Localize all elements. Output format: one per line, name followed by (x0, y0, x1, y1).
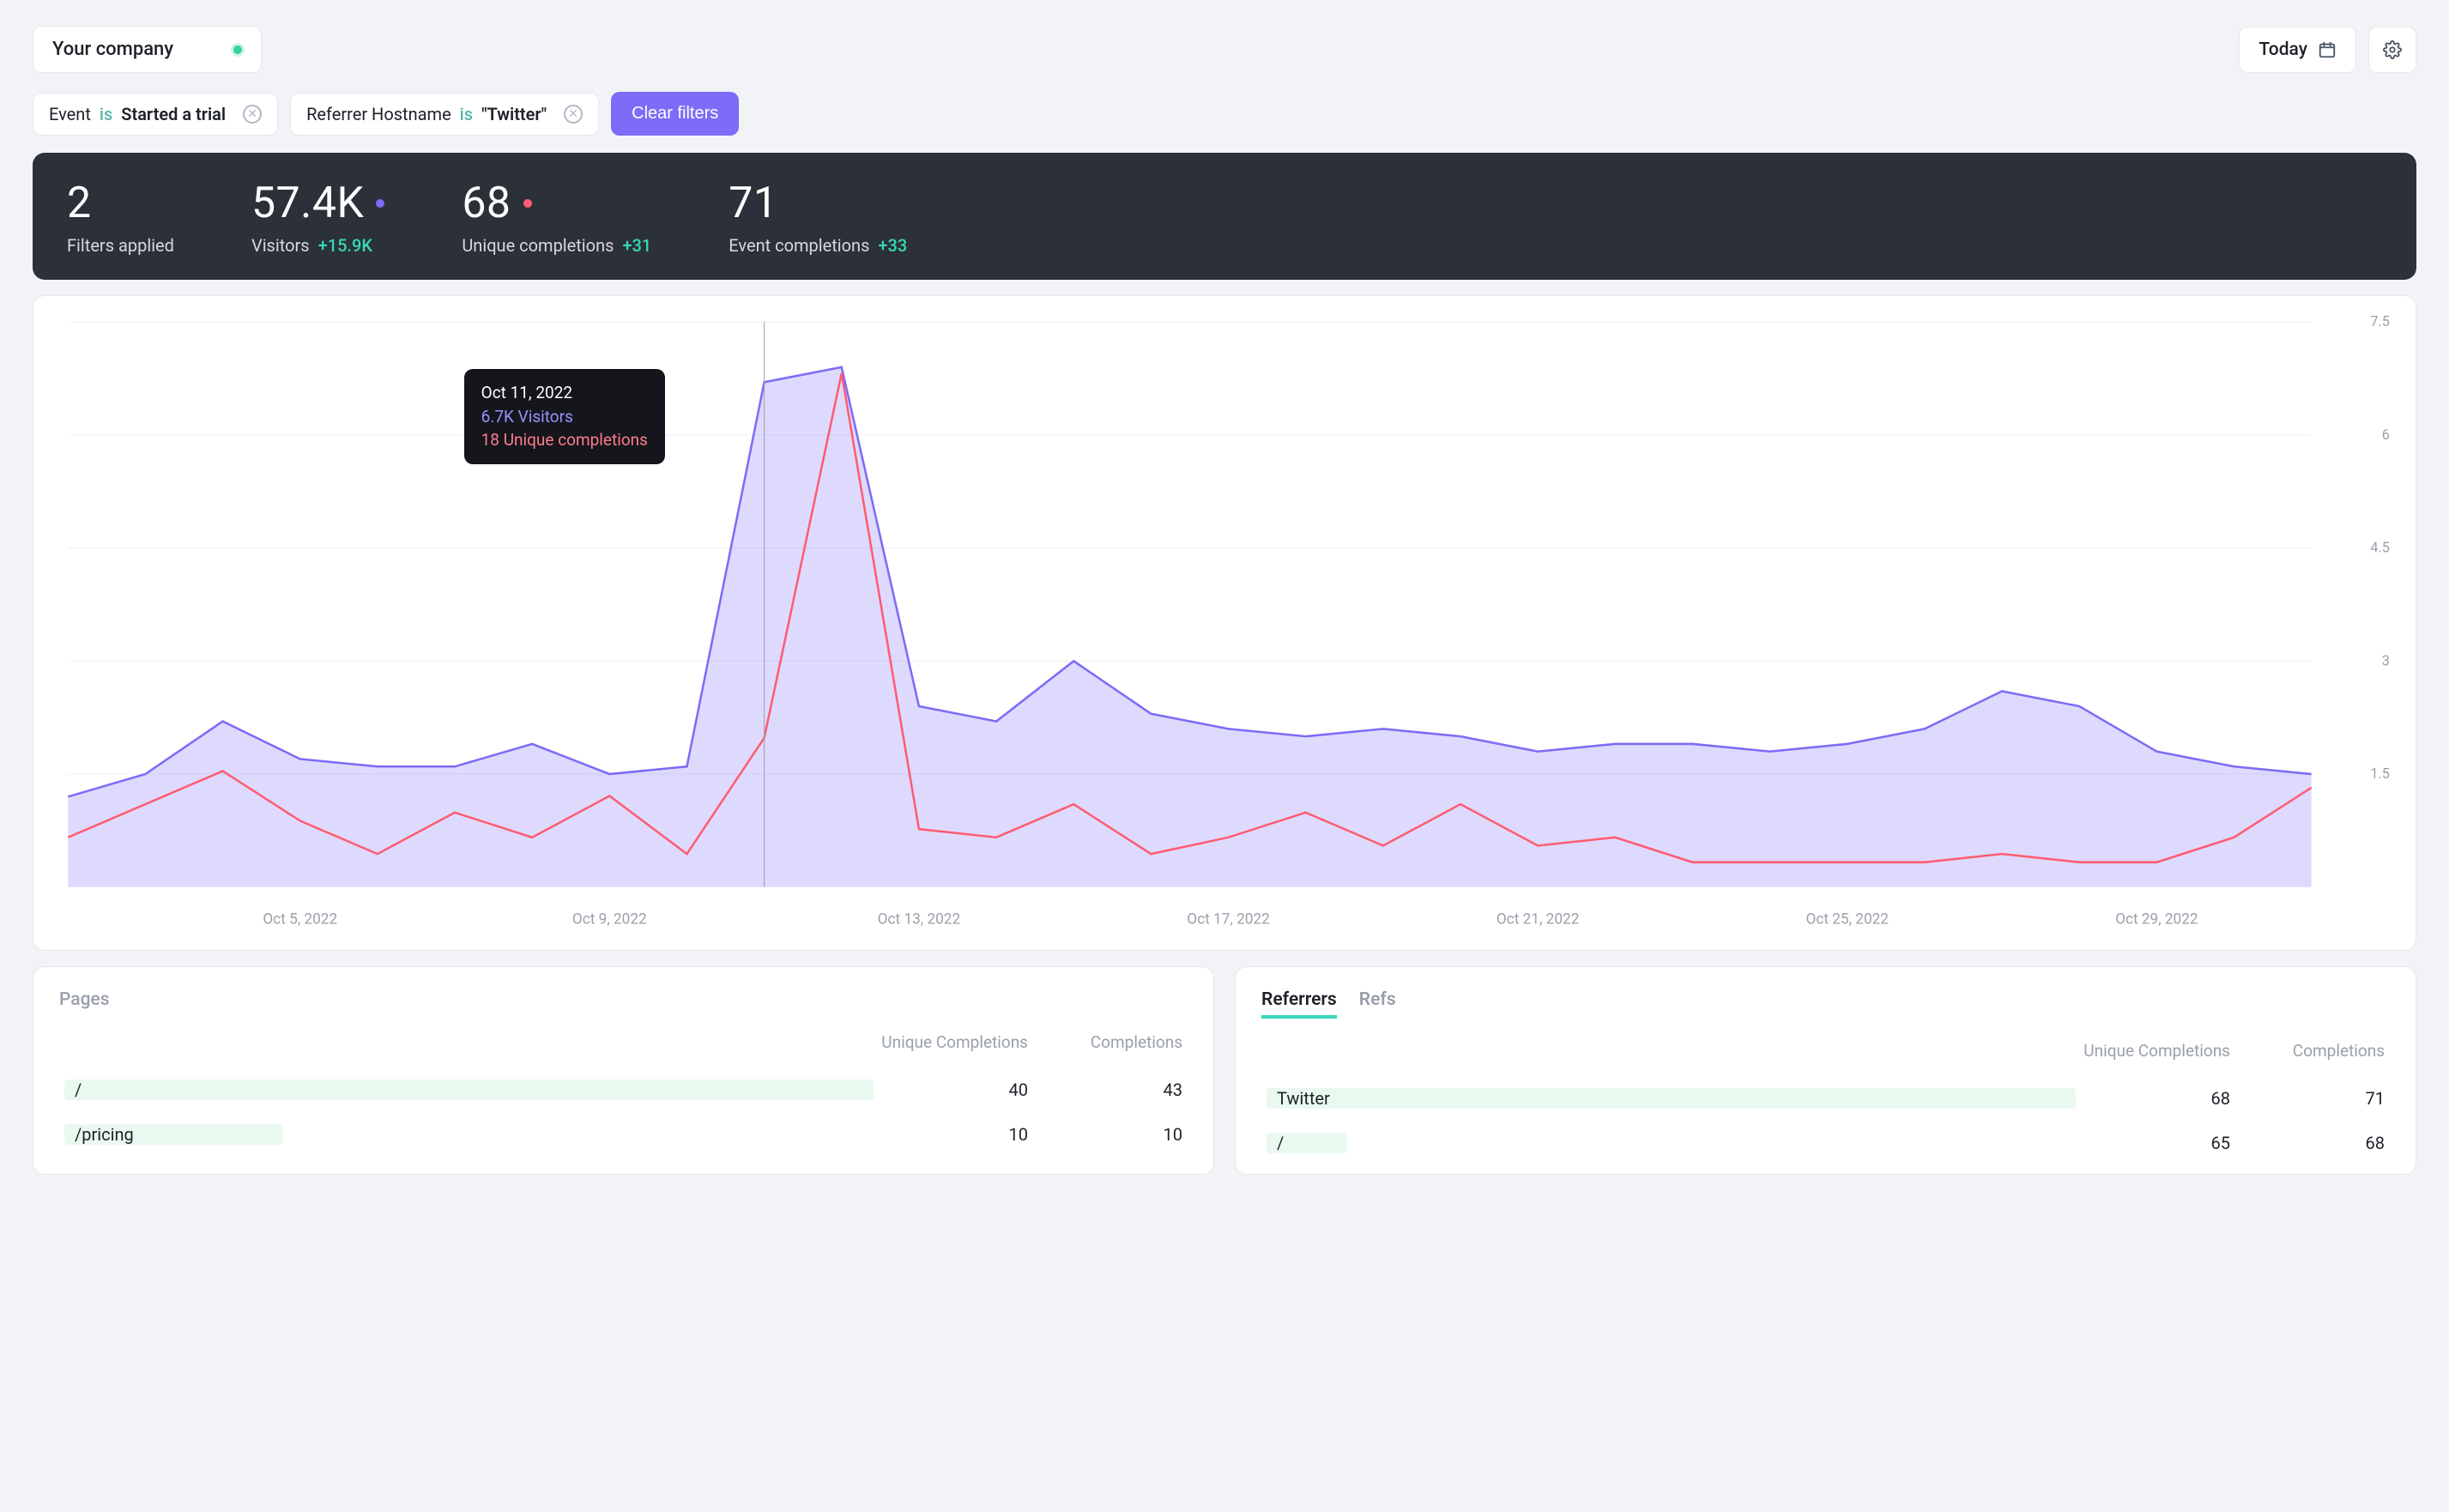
filter-op: is (100, 104, 112, 124)
table-row[interactable]: / 4043 (59, 1067, 1188, 1112)
gear-icon (2383, 40, 2402, 59)
calendar-icon (2318, 40, 2337, 59)
stats-bar: 2 Filters applied 57.4K Visitors +15.9K … (33, 153, 2416, 280)
stat-value: 57.4K (251, 178, 364, 228)
table-row[interactable]: Twitter 6871 (1261, 1076, 2390, 1121)
svg-text:Oct 21, 2022: Oct 21, 2022 (1497, 910, 1580, 928)
tab-referrers[interactable]: Referrers (1261, 989, 1337, 1019)
svg-text:4.5: 4.5 (2370, 540, 2390, 556)
col-unique-completions: Unique Completions (874, 1032, 1028, 1052)
table-row[interactable]: / 6568 (1261, 1121, 2390, 1165)
stat-unique-completions[interactable]: 68 Unique completions +31 (462, 178, 651, 256)
pages-card: Pages Unique Completions Completions / 40… (33, 966, 1214, 1175)
row-label: / (1277, 1133, 1284, 1153)
clear-filters-button[interactable]: Clear filters (611, 92, 739, 136)
row-unique-completions: 40 (874, 1080, 1028, 1100)
trend-chart[interactable]: 1.5 3 4.5 6 7.5 Oct 5, 2022 Oct 9, 2022 Oct 13,… (51, 313, 2398, 940)
referrers-card: Referrers Refs Unique Completions Comple… (1235, 966, 2416, 1175)
filter-key: Event (49, 104, 91, 124)
company-name: Your company (52, 39, 173, 60)
stat-filters-applied: 2 Filters applied (67, 178, 174, 256)
stat-event-completions[interactable]: 71 Event completions +33 (729, 178, 907, 256)
row-completions: 71 (2230, 1088, 2385, 1109)
filter-value: "Twitter" (481, 104, 547, 124)
col-unique-completions: Unique Completions (2076, 1041, 2230, 1061)
row-unique-completions: 65 (2076, 1133, 2230, 1153)
row-label: / (75, 1080, 82, 1100)
settings-button[interactable] (2368, 27, 2416, 73)
table-row[interactable]: /pricing 1010 (59, 1112, 1188, 1157)
stat-delta: +15.9K (318, 235, 372, 256)
row-completions: 43 (1028, 1080, 1182, 1100)
stat-delta: +33 (878, 235, 907, 256)
svg-text:Oct 13, 2022: Oct 13, 2022 (878, 910, 961, 928)
svg-text:Oct 17, 2022: Oct 17, 2022 (1187, 910, 1270, 928)
svg-text:Oct 25, 2022: Oct 25, 2022 (1806, 910, 1890, 928)
col-completions: Completions (2230, 1041, 2385, 1061)
filter-value: Started a trial (121, 104, 226, 124)
row-label: /pricing (75, 1124, 134, 1145)
svg-text:1.5: 1.5 (2370, 765, 2390, 782)
filter-op: is (460, 104, 473, 124)
stat-value: 2 (67, 178, 92, 228)
svg-text:Oct 9, 2022: Oct 9, 2022 (572, 910, 647, 928)
svg-text:Oct 5, 2022: Oct 5, 2022 (263, 910, 337, 928)
stat-label: Event completions (729, 235, 869, 256)
remove-filter-icon[interactable]: ✕ (243, 105, 262, 124)
filter-chip-referrer[interactable]: Referrer Hostname is "Twitter" ✕ (290, 93, 599, 136)
svg-text:Oct 29, 2022: Oct 29, 2022 (2115, 910, 2198, 928)
company-selector[interactable]: Your company (33, 26, 262, 73)
stat-label: Unique completions (462, 235, 614, 256)
filter-chip-event[interactable]: Event is Started a trial ✕ (33, 93, 278, 136)
row-label: Twitter (1277, 1088, 1330, 1109)
stat-label: Visitors (251, 235, 310, 256)
stat-delta: +31 (622, 235, 651, 256)
series-dot-icon (523, 199, 532, 208)
filters-row: Event is Started a trial ✕ Referrer Host… (33, 92, 2416, 136)
col-completions: Completions (1028, 1032, 1182, 1052)
pages-heading: Pages (59, 989, 110, 1010)
tab-refs[interactable]: Refs (1359, 989, 1396, 1019)
row-completions: 68 (2230, 1133, 2385, 1153)
svg-text:3: 3 (2382, 652, 2390, 668)
live-indicator-icon (233, 45, 242, 54)
stat-value: 71 (729, 178, 777, 228)
row-unique-completions: 68 (2076, 1088, 2230, 1109)
row-completions: 10 (1028, 1124, 1182, 1145)
stat-visitors[interactable]: 57.4K Visitors +15.9K (251, 178, 384, 256)
stat-label: Filters applied (67, 235, 174, 256)
remove-filter-icon[interactable]: ✕ (564, 105, 583, 124)
chart-card: 1.5 3 4.5 6 7.5 Oct 5, 2022 Oct 9, 2022 Oct 13,… (33, 295, 2416, 951)
series-dot-icon (376, 199, 384, 208)
svg-text:6: 6 (2382, 426, 2390, 443)
filter-key: Referrer Hostname (306, 104, 451, 124)
row-unique-completions: 10 (874, 1124, 1028, 1145)
date-range-label: Today (2259, 39, 2307, 60)
svg-text:7.5: 7.5 (2370, 313, 2390, 330)
date-range-button[interactable]: Today (2239, 27, 2356, 73)
stat-value: 68 (462, 178, 511, 228)
